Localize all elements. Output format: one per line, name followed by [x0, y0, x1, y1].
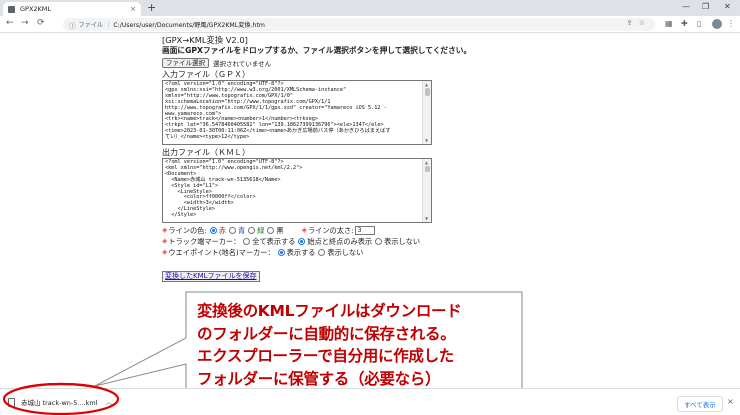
save-kml-button[interactable]: 変換したKMLファイルを保存: [162, 271, 260, 282]
waypoint-marker-row: ◈ ウエイポイント(地名)マーカー： 表示する 表示しない: [162, 247, 582, 258]
download-bar-close-icon[interactable]: ×: [727, 397, 734, 406]
page-title: [GPX→KML変換 V2.0]: [162, 35, 248, 45]
line-width-label: ラインの太さ:: [307, 226, 354, 235]
code-line: てい）</name><type>12</type>: [165, 134, 250, 141]
profile-avatar[interactable]: [712, 19, 722, 29]
maximize-icon[interactable]: ❐: [702, 2, 709, 11]
page-description: 画面にGPXファイルをドロップするか、ファイル選択ボタンを押して選択してください…: [162, 46, 472, 55]
color-blue-radio[interactable]: [228, 227, 236, 234]
diamond-bullet-icon: ◈: [162, 226, 168, 234]
diamond-bullet-icon: ◈: [162, 248, 168, 256]
info-icon[interactable]: ⓘ: [69, 20, 76, 30]
marker-all-radio[interactable]: [243, 238, 251, 245]
scroll-thumb[interactable]: [425, 166, 430, 172]
marker-ends-radio[interactable]: [298, 238, 306, 245]
line-color-row: ◈ ラインの色: 赤 青 緑 黒 ◈ ラインの太さ: 3: [162, 225, 582, 236]
file-status: 選択されていません: [213, 59, 272, 68]
extension-icon[interactable]: ▦: [665, 19, 673, 28]
diamond-bullet-icon: ◈: [301, 226, 307, 234]
page-favicon-icon: [8, 5, 15, 13]
minimize-icon[interactable]: —: [682, 2, 690, 11]
download-item[interactable]: 赤城山 track-wn-5....kml ︿: [8, 397, 113, 407]
new-tab-button[interactable]: +: [147, 1, 156, 14]
reload-icon[interactable]: ⟳: [37, 18, 45, 28]
color-blue-label: 青: [237, 226, 246, 235]
download-file-name: 赤城山 track-wn-5....kml: [21, 399, 98, 407]
output-kml-textarea[interactable]: <?xml version="1.0" encoding="UTF-8"?> <…: [162, 158, 432, 223]
annotation-line: 変換後のKMLファイルはダウンロード: [197, 302, 462, 320]
output-scrollbar[interactable]: ▲ ▼: [422, 159, 431, 222]
diamond-bullet-icon: ◈: [162, 237, 168, 245]
scroll-down-icon[interactable]: ▼: [425, 216, 428, 221]
show-all-button[interactable]: すべて表示: [677, 396, 723, 412]
scroll-up-icon[interactable]: ▲: [425, 160, 428, 165]
chevron-up-icon[interactable]: ︿: [106, 397, 113, 407]
annotation-text: 変換後のKMLファイルはダウンロード のフォルダーに自動的に保存される。 エクス…: [197, 300, 527, 390]
color-red-label: 赤: [218, 226, 226, 235]
address-url: C:/Users/user/Documents/野風/GPX2KML変換.htm: [113, 22, 265, 29]
forward-icon[interactable]: →: [21, 18, 29, 28]
color-green-label: 緑: [257, 226, 265, 235]
input-scrollbar[interactable]: ▲ ▼: [422, 81, 431, 144]
download-bar: 赤城山 track-wn-5....kml ︿ すべて表示 ×: [0, 388, 740, 415]
share-and-bookmark-icons[interactable]: ⇪ ☆: [627, 19, 647, 27]
scroll-down-icon[interactable]: ▼: [425, 138, 428, 143]
address-scheme: ファイル: [78, 22, 104, 29]
back-icon[interactable]: ←: [6, 18, 14, 28]
browser-toolbar: ← → ⟳ ⓘ ファイル | C:/Users/user/Documents/野…: [0, 16, 740, 33]
color-green-radio[interactable]: [248, 227, 256, 234]
file-select-row: ファイル選択 選択されていません: [162, 57, 582, 68]
annotation-line: フォルダーに保管する（必要なら）: [197, 369, 441, 388]
line-color-label: ラインの色:: [168, 226, 207, 235]
annotation-line: エクスプローラーで自分用に作成した: [197, 347, 455, 365]
puzzle-icon[interactable]: ✚: [681, 19, 688, 28]
input-gpx-textarea[interactable]: <?xml version="1.0" encoding="UTF-8"?> <…: [162, 80, 432, 145]
waypoint-show-label: 表示する: [286, 248, 316, 257]
tab-close-icon[interactable]: ×: [130, 5, 136, 13]
input-file-label: 入力ファイル（ＧＰＸ）: [162, 70, 250, 79]
marker-none-label: 表示しない: [384, 237, 421, 246]
scroll-up-icon[interactable]: ▲: [425, 82, 428, 87]
marker-ends-label: 始点と終点のみ表示: [307, 237, 373, 246]
color-black-radio[interactable]: [267, 227, 275, 234]
color-red-radio[interactable]: [209, 227, 217, 234]
browser-tab[interactable]: GPX2KML ×: [3, 2, 141, 16]
waypoint-hide-label: 表示しない: [327, 248, 364, 257]
marker-all-label: 全て表示する: [252, 237, 296, 246]
waypoint-label: ウエイポイント(地名)マーカー：: [168, 248, 275, 257]
file-icon: [8, 397, 15, 407]
track-marker-row: ◈ トラック端マーカー： 全て表示する 始点と終点のみ表示 表示しない: [162, 236, 582, 247]
sidebar-icon[interactable]: ▯: [697, 19, 701, 28]
waypoint-show-radio[interactable]: [277, 249, 285, 256]
scroll-thumb[interactable]: [425, 88, 430, 96]
marker-none-radio[interactable]: [375, 238, 383, 245]
address-bar[interactable]: ⓘ ファイル | C:/Users/user/Documents/野風/GPX2…: [63, 18, 655, 31]
code-line: </Style>: [165, 212, 197, 219]
annotation-line: のフォルダーに自動的に保存される。: [197, 324, 456, 343]
color-black-label: 黒: [276, 226, 284, 235]
file-select-button[interactable]: ファイル選択: [162, 57, 209, 68]
line-width-input[interactable]: 3: [354, 226, 375, 235]
converter-page: [GPX→KML変換 V2.0] 画面にGPXファイルをドロップするか、ファイル…: [162, 35, 582, 282]
window-close-icon[interactable]: ✕: [724, 2, 731, 11]
tab-strip: GPX2KML × + — ❐ ✕: [0, 0, 740, 16]
waypoint-hide-radio[interactable]: [318, 249, 326, 256]
tab-title: GPX2KML: [20, 5, 52, 13]
menu-icon[interactable]: ⋮: [727, 19, 735, 28]
track-marker-label: トラック端マーカー：: [168, 237, 241, 246]
output-file-label: 出力ファイル（ＫＭＬ）: [162, 148, 250, 157]
address-separator: |: [107, 21, 110, 28]
